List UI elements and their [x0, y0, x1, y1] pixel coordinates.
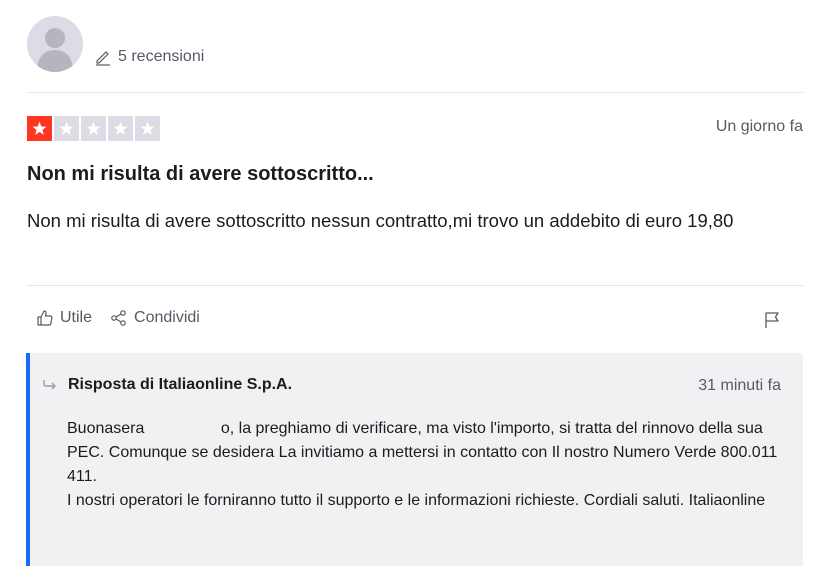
- reply-text-closing: I nostri operatori le forniranno tutto i…: [67, 492, 766, 509]
- thumbs-up-icon: [37, 310, 53, 326]
- useful-label: Utile: [60, 309, 93, 326]
- star-empty: [54, 116, 79, 141]
- star-icon: [86, 121, 101, 135]
- star-empty: [108, 116, 133, 141]
- person-silhouette-icon: [37, 28, 73, 72]
- pencil-icon: [96, 51, 110, 66]
- star-icon: [113, 121, 128, 135]
- review-date: Un giorno fa: [715, 118, 803, 135]
- divider: [27, 285, 803, 286]
- review-title[interactable]: Non mi risulta di avere sottoscritto...: [27, 163, 374, 186]
- star-filled: [27, 116, 52, 141]
- star-icon: [32, 121, 47, 135]
- reviews-count: 5 recensioni: [94, 48, 204, 66]
- report-button[interactable]: [763, 311, 781, 334]
- useful-button[interactable]: Utile: [36, 309, 92, 327]
- share-icon: [111, 310, 126, 326]
- redacted-name: [148, 421, 221, 436]
- reply-arrow-icon: [43, 380, 56, 390]
- review-actions: Utile Condividi: [36, 309, 200, 327]
- reply-text: Buonasera o, la preghiamo di verificare,…: [67, 417, 787, 513]
- share-button[interactable]: Condividi: [110, 309, 200, 327]
- star-icon: [59, 121, 74, 135]
- review-body: Non mi risulta di avere sottoscritto nes…: [27, 210, 734, 231]
- star-empty: [135, 116, 160, 141]
- avatar[interactable]: [27, 16, 83, 72]
- share-label: Condividi: [134, 309, 200, 326]
- reviewer-header: [27, 14, 83, 74]
- reviews-count-label: 5 recensioni: [118, 48, 205, 65]
- reply-header: Risposta di Italiaonline S.p.A.: [42, 376, 292, 394]
- reply-text-start: Buonasera: [67, 420, 149, 437]
- reply-author: Risposta di Italiaonline S.p.A.: [68, 376, 293, 393]
- divider: [27, 92, 803, 93]
- flag-icon: [765, 312, 779, 328]
- reply-date: 31 minuti fa: [698, 377, 781, 394]
- star-rating: [27, 116, 160, 141]
- star-icon: [140, 121, 155, 135]
- company-reply: Risposta di Italiaonline S.p.A. 31 minut…: [26, 353, 803, 566]
- star-empty: [81, 116, 106, 141]
